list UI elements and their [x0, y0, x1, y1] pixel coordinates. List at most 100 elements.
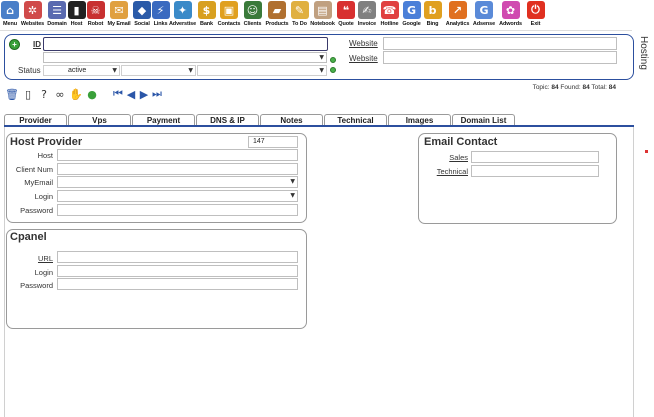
- add-record-button[interactable]: +: [9, 39, 20, 50]
- print-icon[interactable]: ▯: [21, 87, 35, 101]
- chevron-down-icon: ▼: [290, 178, 295, 185]
- search-secondary-field[interactable]: ▼: [43, 52, 327, 63]
- toolbar-label: Google: [402, 21, 421, 27]
- clients-icon: ☺: [243, 1, 262, 19]
- next-record-icon[interactable]: ▶: [138, 88, 150, 101]
- hotline-icon: ☎: [380, 1, 399, 19]
- record-counts: Topic: 84 Found: 84 Total: 84: [533, 84, 616, 91]
- filter-select-3[interactable]: ▼: [197, 65, 327, 76]
- sales-email-field[interactable]: [471, 151, 599, 163]
- technical-link[interactable]: Technical: [420, 167, 468, 176]
- myemail-label: MyEmail: [24, 178, 53, 187]
- status-select[interactable]: active ▼: [43, 65, 120, 76]
- products-icon: ▰: [268, 1, 286, 19]
- sales-link[interactable]: Sales: [420, 153, 468, 162]
- toolbar-item-quote[interactable]: ❝ Quote: [336, 0, 356, 27]
- previous-record-icon[interactable]: ◀: [125, 88, 137, 101]
- toolbar-item-bank[interactable]: $ Bank: [196, 0, 217, 27]
- website-field-2[interactable]: [383, 51, 617, 64]
- binoculars-icon[interactable]: ∞: [53, 87, 67, 101]
- technical-email-field[interactable]: [471, 165, 599, 177]
- toolbar-label: Analytics: [445, 21, 470, 27]
- toolbar-divider: [0, 30, 632, 31]
- advertise-icon: ✦: [173, 1, 192, 19]
- id-field[interactable]: [43, 37, 328, 51]
- toolbar-item-my-email[interactable]: ✉ My Email: [106, 0, 132, 27]
- password-field[interactable]: [57, 204, 298, 216]
- bank-icon: $: [197, 1, 216, 19]
- password-label: Password: [20, 206, 53, 215]
- toolbar-item-bing[interactable]: b Bing: [422, 0, 443, 27]
- login-select[interactable]: ▼: [57, 190, 298, 202]
- website-link-2[interactable]: Website: [349, 54, 378, 63]
- refresh-icon[interactable]: ●: [85, 87, 99, 101]
- toolbar-item-adverstise[interactable]: ✦ Adverstise: [169, 0, 196, 27]
- robot-icon: ☠: [86, 1, 105, 19]
- websites-icon: ✲: [23, 1, 42, 19]
- toolbar-label: Social: [134, 21, 150, 27]
- help-icon[interactable]: ?: [37, 87, 51, 101]
- total-label: Total:: [591, 84, 607, 91]
- thumbs-down-icon[interactable]: ✋: [69, 87, 83, 101]
- google-icon: G: [402, 1, 421, 19]
- toolbar-label: Notebook: [310, 21, 335, 27]
- toolbar-item-robot[interactable]: ☠ Robot: [85, 0, 106, 27]
- filter-select-2[interactable]: ▼: [121, 65, 196, 76]
- client-num-field[interactable]: [57, 163, 298, 175]
- last-record-icon[interactable]: ⏭: [151, 87, 163, 100]
- status-select-value: active: [68, 67, 87, 74]
- power-icon: ⏻: [526, 1, 545, 19]
- toolbar-label: Links: [153, 21, 168, 27]
- toolbar-item-products[interactable]: ▰ Products: [264, 0, 290, 27]
- social-icon: ◆: [133, 1, 151, 19]
- url-link[interactable]: URL: [10, 254, 53, 263]
- toolbar-label: Exit: [530, 21, 541, 27]
- toolbar-item-notebook[interactable]: ▤ Notebook: [309, 0, 336, 27]
- add-filter-icon[interactable]: [330, 67, 336, 73]
- contacts-icon: ▣: [220, 1, 238, 19]
- toolbar-label: Robot: [87, 21, 104, 27]
- analytics-icon: ↗: [448, 1, 467, 19]
- host-field[interactable]: [57, 149, 298, 161]
- toolbar-item-clients[interactable]: ☺ Clients: [241, 0, 264, 27]
- toolbar-item-domain[interactable]: ☰ Domain: [46, 0, 68, 27]
- toolbar-item-menu[interactable]: ⌂ Menu: [1, 0, 19, 27]
- toolbar-item-contacts[interactable]: ▣ Contacts: [217, 0, 241, 27]
- toolbar-item-hotline[interactable]: ☎ Hotline: [378, 0, 401, 27]
- toolbar-item-links[interactable]: ⚡ Links: [151, 0, 170, 27]
- toolbar-label: Adwords: [499, 21, 522, 27]
- toolbar-item-google[interactable]: G Google: [401, 0, 422, 27]
- toolbar-item-exit[interactable]: ⏻ Exit: [525, 0, 546, 27]
- toolbar-item-websites[interactable]: ✲ Websites: [19, 0, 46, 27]
- toolbar-item-invoice[interactable]: ✍ Invoice: [356, 0, 378, 27]
- toolbar-item-adsense[interactable]: G Adsense: [472, 0, 496, 27]
- toolbar-item-social[interactable]: ◆ Social: [132, 0, 152, 27]
- quote-icon: ❝: [337, 1, 355, 19]
- website-field-1[interactable]: [383, 37, 617, 50]
- login-label: Login: [34, 192, 53, 201]
- host-provider-id-field[interactable]: 147: [248, 136, 298, 148]
- chevron-down-icon: ▼: [319, 67, 324, 74]
- website-link-1[interactable]: Website: [349, 39, 378, 48]
- window-title-text: Hosting: [638, 36, 649, 70]
- email-contact-title: Email Contact: [424, 136, 498, 148]
- chevron-down-icon: ▼: [188, 67, 193, 74]
- myemail-select[interactable]: ▼: [57, 176, 298, 188]
- id-label[interactable]: ID: [33, 40, 41, 49]
- toolbar-item-adwords[interactable]: ✿ Adwords: [496, 0, 525, 27]
- toolbar-label: Bank: [199, 21, 214, 27]
- trash-icon[interactable]: 🗑: [5, 87, 19, 101]
- cpanel-login-field[interactable]: [57, 265, 298, 277]
- toolbar-label: Products: [265, 21, 289, 27]
- toolbar-item-to-do[interactable]: ✎ To Do: [290, 0, 309, 27]
- record-tools: 🗑 ▯ ? ∞ ✋ ●: [5, 86, 101, 102]
- cpanel-password-field[interactable]: [57, 278, 298, 290]
- toolbar-label: Adverstise: [168, 21, 197, 27]
- cpanel-url-field[interactable]: [57, 251, 298, 263]
- toolbar-label: Websites: [20, 21, 45, 27]
- add-secondary-icon[interactable]: [330, 57, 336, 63]
- toolbar-item-host[interactable]: ▮ Host: [67, 0, 86, 27]
- toolbar-item-analytics[interactable]: ↗ Analytics: [443, 0, 472, 27]
- first-record-icon[interactable]: ⏮: [112, 87, 124, 100]
- toolbar-label: Invoice: [357, 21, 377, 27]
